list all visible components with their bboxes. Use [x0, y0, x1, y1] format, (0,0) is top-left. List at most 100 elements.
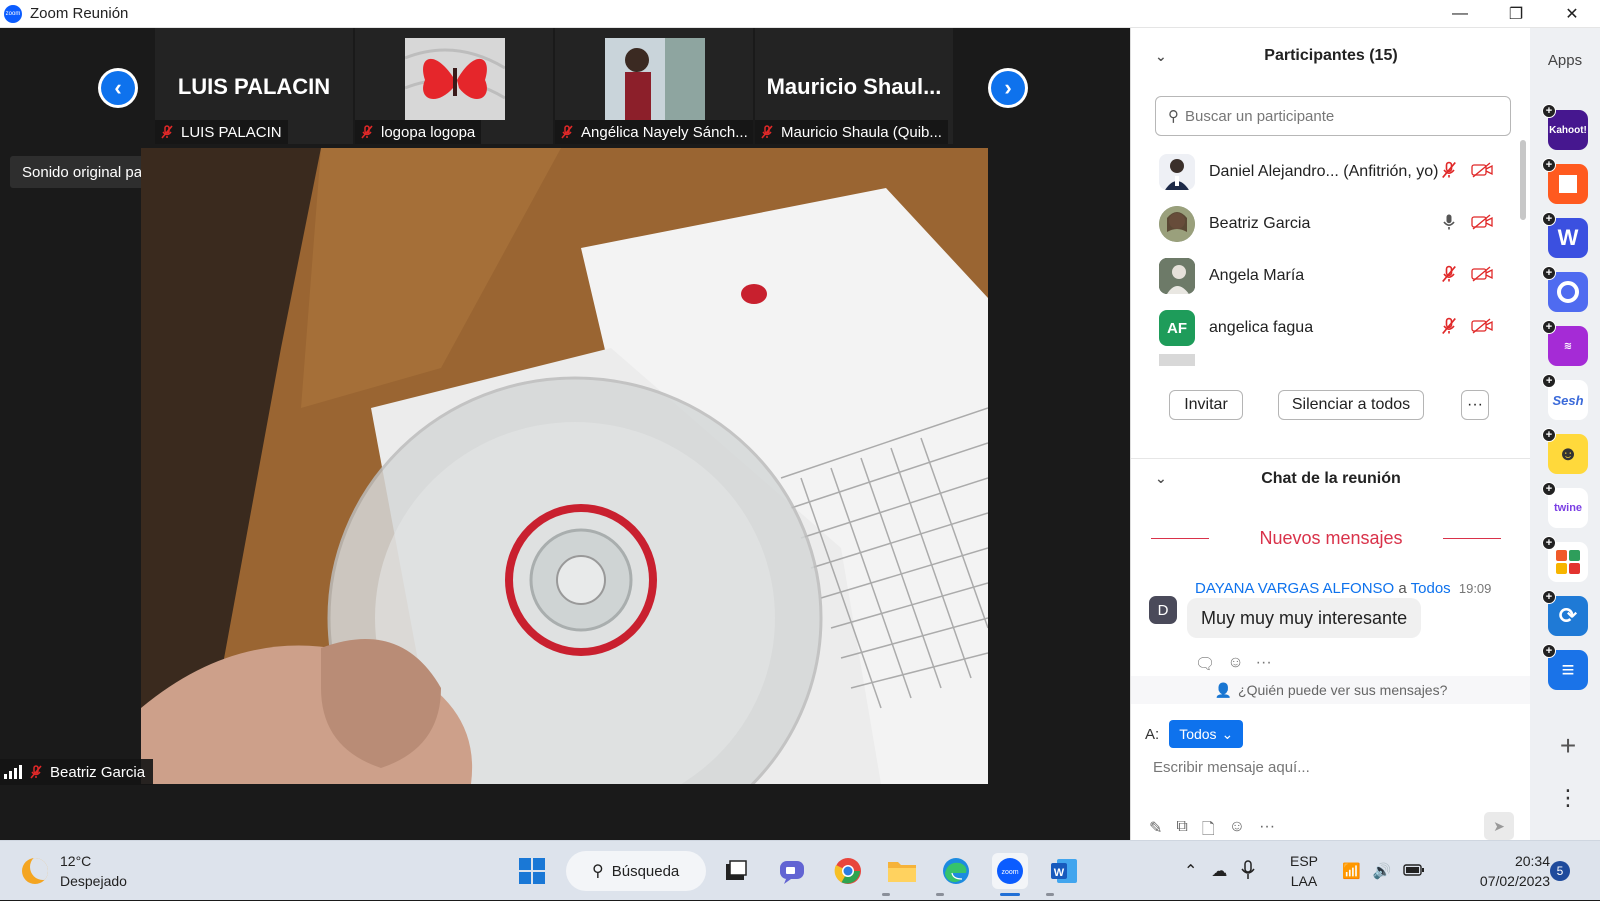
participant-scrollbar[interactable]: [1520, 140, 1526, 220]
windows-icon: [519, 858, 545, 884]
mic-off-icon: [159, 124, 175, 140]
taskbar-search[interactable]: ⚲ Búsqueda: [566, 851, 706, 891]
next-page-button[interactable]: ›: [988, 68, 1028, 108]
sync-app[interactable]: + ⟳: [1542, 590, 1588, 636]
restore-button[interactable]: ❐: [1488, 0, 1544, 28]
edge-button[interactable]: [938, 853, 974, 889]
avatar: [1159, 154, 1195, 190]
mic-icon[interactable]: [1439, 212, 1459, 237]
smile-app[interactable]: + ☻: [1542, 428, 1588, 474]
window-title: Zoom Reunión: [30, 5, 129, 22]
avatar: [1159, 354, 1195, 366]
status-icons[interactable]: 📶 🔊: [1342, 841, 1425, 901]
minimize-button[interactable]: —: [1432, 0, 1488, 28]
add-reaction-icon[interactable]: ☺: [1227, 654, 1243, 674]
who-can-see-text: ¿Quién puede ver sus mensajes?: [1238, 682, 1448, 698]
video-off-icon[interactable]: [1471, 316, 1493, 341]
mic-off-icon[interactable]: [1439, 160, 1459, 185]
mute-all-button[interactable]: Silenciar a todos: [1278, 390, 1424, 420]
chat-app-button[interactable]: [774, 853, 810, 889]
kahoot-app[interactable]: + Kahoot!: [1542, 104, 1588, 150]
apps-title[interactable]: Apps: [1530, 52, 1600, 69]
person-photo: [605, 38, 705, 120]
edge-icon: [943, 858, 969, 884]
recipient-select[interactable]: Todos ⌄: [1169, 720, 1244, 748]
participant-search-input[interactable]: ⚲ Buscar un participante: [1155, 96, 1511, 136]
avatar: D: [1149, 596, 1177, 624]
participant-row[interactable]: Angela María: [1131, 250, 1517, 302]
who-can-see-link[interactable]: 👤 ¿Quién puede ver sus mensajes?: [1131, 676, 1531, 704]
participant-name: Daniel Alejandro... (Anfitrión, yo): [1209, 163, 1439, 180]
blocks-app[interactable]: +: [1542, 536, 1588, 582]
participant-row[interactable]: Beatriz Garcia: [1131, 198, 1517, 250]
prev-page-button[interactable]: ‹: [98, 68, 138, 108]
more-options-button[interactable]: ···: [1461, 390, 1489, 420]
send-icon: ➤: [1493, 817, 1505, 834]
avatar: [1159, 206, 1195, 242]
chevron-down-icon[interactable]: ⌄: [1155, 48, 1167, 65]
taskbar: 12°C Despejado ⚲ Búsqueda zoom W ⌃ ☁ ESP…: [0, 840, 1600, 900]
participant-row[interactable]: AF angelica fagua: [1131, 302, 1517, 354]
zoom-taskbar-button[interactable]: zoom: [992, 853, 1028, 889]
mic-off-icon[interactable]: [1439, 264, 1459, 289]
video-tile[interactable]: logopa logopa: [355, 28, 553, 144]
more-icon[interactable]: ···: [1256, 654, 1272, 674]
invite-button[interactable]: Invitar: [1169, 390, 1243, 420]
orange-app[interactable]: +: [1542, 158, 1588, 204]
close-button[interactable]: ✕: [1544, 0, 1600, 28]
chevron-right-icon: ›: [991, 71, 1025, 105]
e-icon: ≡: [1561, 657, 1575, 682]
microphone-icon[interactable]: [1241, 859, 1256, 883]
clock-date: 07/02/2023: [1479, 873, 1550, 889]
wooclap-app[interactable]: + W: [1542, 212, 1588, 258]
circle-app[interactable]: +: [1542, 266, 1588, 312]
chevron-down-icon: ⌄: [1221, 725, 1234, 742]
weather-widget[interactable]: 12°C Despejado: [22, 851, 127, 891]
chevron-up-icon[interactable]: ⌃: [1184, 861, 1197, 881]
search-icon: ⚲: [1168, 108, 1179, 125]
add-app-button[interactable]: +: [1550, 728, 1586, 764]
video-off-icon[interactable]: [1471, 212, 1493, 237]
video-name-label: Beatriz Garcia: [0, 759, 154, 785]
purple-app[interactable]: + ≋: [1542, 320, 1588, 366]
language-indicator[interactable]: ESP LAA: [1290, 841, 1318, 901]
word-button[interactable]: W: [1046, 853, 1082, 889]
start-button[interactable]: [514, 853, 550, 889]
message-sender[interactable]: DAYANA VARGAS ALFONSO: [1195, 580, 1394, 597]
video-tile[interactable]: LUIS PALACIN LUIS PALACIN: [155, 28, 353, 144]
apps-more-button[interactable]: ⋮: [1550, 780, 1586, 816]
sesh-app[interactable]: + Sesh: [1542, 374, 1588, 420]
participant-row[interactable]: [1131, 354, 1517, 366]
chrome-button[interactable]: [830, 853, 866, 889]
twine-app[interactable]: + twine: [1542, 482, 1588, 528]
video-off-icon[interactable]: [1471, 160, 1493, 185]
reply-icon[interactable]: 🗨: [1195, 654, 1215, 674]
participant-row[interactable]: Daniel Alejandro... (Anfitrión, yo): [1131, 146, 1517, 198]
mic-off-icon[interactable]: [1439, 316, 1459, 341]
cloud-icon[interactable]: ☁: [1211, 861, 1227, 881]
video-tile[interactable]: Angélica Nayely Sánch...: [555, 28, 753, 144]
message-bubble[interactable]: Muy muy muy interesante: [1187, 598, 1422, 638]
task-view-button[interactable]: [718, 853, 754, 889]
window-controls: — ❐ ✕: [1432, 0, 1600, 28]
tile-label-text: logopa logopa: [381, 123, 476, 141]
plus-icon: +: [1542, 266, 1556, 280]
chat-input[interactable]: Escribir mensaje aquí...: [1153, 759, 1310, 776]
send-button[interactable]: ➤: [1484, 812, 1514, 840]
chevron-down-icon[interactable]: ⌄: [1155, 470, 1167, 487]
battery-icon: [1403, 863, 1425, 880]
video-off-icon[interactable]: [1471, 264, 1493, 289]
message-header: DAYANA VARGAS ALFONSO a Todos 19:09: [1195, 580, 1491, 597]
file-explorer-button[interactable]: [884, 853, 920, 889]
video-tile[interactable]: Mauricio Shaul... Mauricio Shaula (Quib.…: [755, 28, 953, 144]
weather-temp: 12°C: [60, 853, 92, 869]
notification-badge[interactable]: 5: [1550, 861, 1570, 881]
moon-icon: [22, 858, 48, 884]
clock[interactable]: 20:34 07/02/2023: [1462, 851, 1550, 891]
active-speaker-video[interactable]: [141, 148, 988, 784]
task-view-icon: [726, 860, 747, 880]
volume-icon: 🔊: [1372, 863, 1392, 880]
message-to-word: a: [1398, 580, 1407, 597]
e-app[interactable]: + ≡: [1542, 644, 1588, 690]
mic-off-icon: [759, 124, 775, 140]
